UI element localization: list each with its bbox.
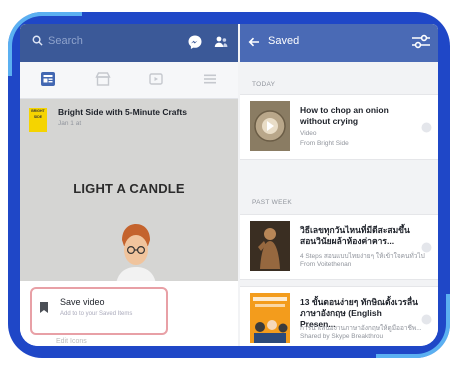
saved-item-title: วิธีเลขทุกวันไหนที่มีดีสะสมขึ้น สอนวินัย… — [300, 225, 410, 246]
more-options-icon[interactable] — [421, 314, 432, 325]
section-label-past-week: PAST WEEK — [252, 199, 293, 206]
menu-icon[interactable] — [202, 71, 218, 87]
next-sheet-option[interactable]: Edit Icons — [56, 338, 87, 345]
save-action-sheet: Save video Add to to your Saved Items Ed… — [20, 281, 238, 346]
save-video-option[interactable]: Save video Add to to your Saved Items — [30, 287, 168, 335]
saved-item-thumbnail — [250, 293, 290, 343]
avatar-text: BRIGHT SIDE — [31, 109, 45, 119]
back-arrow-icon[interactable] — [248, 36, 260, 48]
search-input[interactable]: Search — [48, 35, 83, 47]
saved-title: Saved — [268, 35, 300, 47]
saved-item-thumbnail — [250, 221, 290, 271]
left-topbar: Search — [20, 24, 238, 62]
post-timestamp: Jan 1 at — [58, 120, 82, 127]
saved-item-title: How to chop an onion without crying — [300, 105, 389, 126]
screen: Search BRIGHT SIDE Bright Side with 5-Mi… — [20, 24, 438, 346]
news-feed-icon[interactable] — [40, 71, 56, 87]
bookmark-icon — [40, 302, 48, 313]
video-caption: LIGHT A CANDLE — [73, 181, 185, 196]
section-label-today: TODAY — [252, 81, 276, 88]
saved-item[interactable]: How to chop an onion without crying Vide… — [240, 94, 438, 160]
saved-pane: Saved TODAY How to chop an onion without… — [240, 24, 438, 346]
messenger-icon[interactable] — [187, 34, 203, 50]
saved-item-source: From Bright Side — [300, 140, 349, 147]
left-tab-bar — [20, 62, 238, 99]
search-icon[interactable] — [32, 35, 43, 46]
saved-item-thumbnail — [250, 101, 290, 151]
more-options-icon[interactable] — [421, 242, 432, 253]
people-icon[interactable] — [213, 34, 229, 50]
watch-icon[interactable] — [148, 71, 164, 87]
saved-item-description: การนำเสนองานภาษาอังกฤษให้ดูมืออาชีพ... — [300, 325, 422, 332]
saved-item[interactable]: วิธีเลขทุกวันไหนที่มีดีสะสมขึ้น สอนวินัย… — [240, 214, 438, 280]
saved-item-source: From Voitethenan — [300, 261, 352, 268]
news-feed-pane: Search BRIGHT SIDE Bright Side with 5-Mi… — [20, 24, 238, 346]
post-header: BRIGHT SIDE Bright Side with 5-Minute Cr… — [20, 99, 238, 143]
marketplace-icon[interactable] — [95, 71, 111, 87]
filter-icon[interactable] — [411, 34, 431, 50]
video-person-thumbnail — [116, 224, 156, 284]
page-avatar[interactable]: BRIGHT SIDE — [29, 108, 47, 132]
saved-item-description: 4 Steps สอนแบบไทยง่ายๆ ให้เข้าใจคนทั่วไป — [300, 253, 425, 260]
more-options-icon[interactable] — [421, 122, 432, 133]
post-page-name[interactable]: Bright Side with 5-Minute Crafts — [58, 107, 187, 117]
saved-item-type: Video — [300, 130, 317, 137]
save-video-label: Save video — [60, 297, 105, 307]
save-video-sublabel: Add to to your Saved Items — [60, 311, 133, 317]
saved-item-source: Shared by Skype Breakthrou — [300, 333, 384, 340]
saved-item[interactable]: 13 ขั้นตอนง่ายๆ ทักษิณตั้งเวรลื่น ภาษาอั… — [240, 286, 438, 346]
saved-topbar: Saved — [240, 24, 438, 62]
